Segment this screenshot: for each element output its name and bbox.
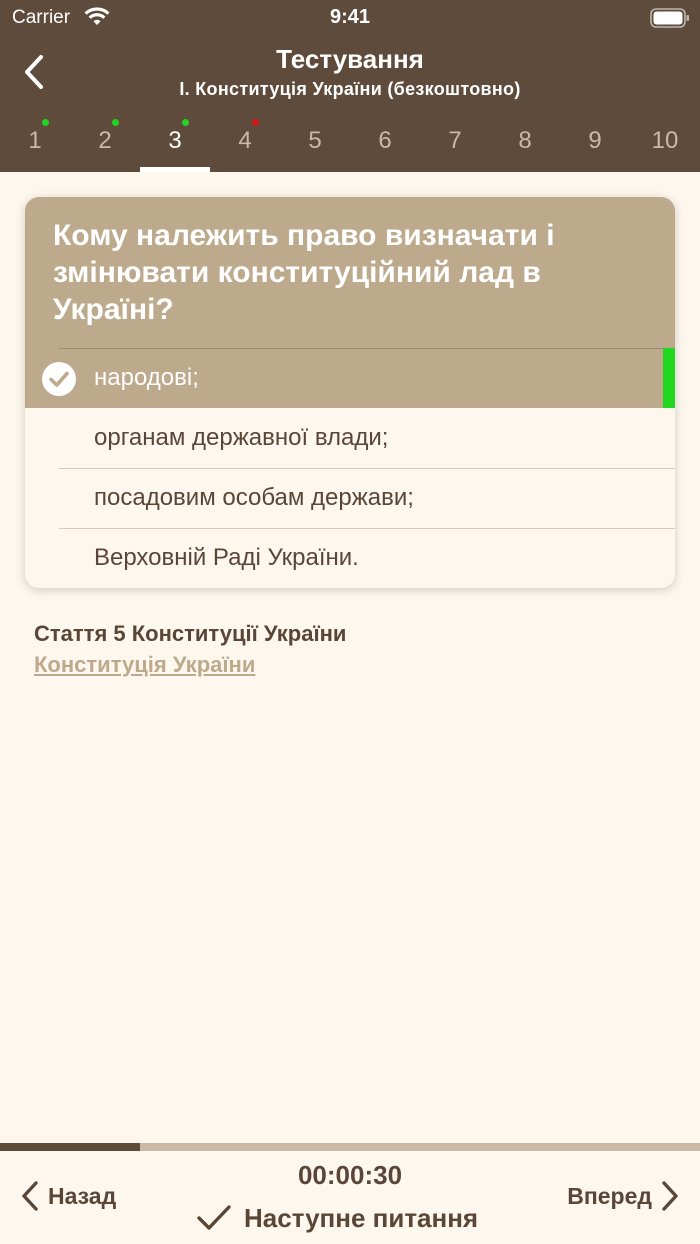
progress-bar xyxy=(0,1143,700,1151)
divider xyxy=(59,348,675,349)
answer-label: органам державної влади; xyxy=(94,424,389,451)
tab-label: 1 xyxy=(28,127,42,154)
tab-question-8[interactable]: 8 xyxy=(490,110,560,172)
status-dot xyxy=(182,119,189,126)
tab-label: 9 xyxy=(588,127,602,154)
question-text: Кому належить право визначати і змінюват… xyxy=(25,197,675,348)
answer-label: народові; xyxy=(94,364,199,391)
status-bar: Carrier 9:41 xyxy=(0,0,700,36)
check-circle-icon xyxy=(42,362,76,396)
answer-label: Верховній Раді України. xyxy=(94,544,359,571)
app-root: Carrier 9:41 Тестування I. Конституція У… xyxy=(0,0,700,1244)
tab-question-10[interactable]: 10 xyxy=(630,110,700,172)
battery-icon xyxy=(650,8,689,28)
checkmark-icon xyxy=(197,1205,231,1230)
divider xyxy=(59,528,675,529)
tab-question-1[interactable]: 1 xyxy=(0,110,70,172)
tab-question-9[interactable]: 9 xyxy=(560,110,630,172)
source-link[interactable]: Конституція України xyxy=(34,652,255,678)
tab-label: 10 xyxy=(651,127,679,154)
forward-label: Вперед xyxy=(567,1182,652,1209)
tab-question-3[interactable]: 3 xyxy=(140,110,210,172)
answer-option-1[interactable]: народові; xyxy=(25,348,675,408)
answer-label: посадовим особам держави; xyxy=(94,484,414,511)
page-subtitle: I. Конституція України (безкоштовно) xyxy=(179,79,521,99)
source-title: Стаття 5 Конституції України xyxy=(34,621,347,646)
status-dot xyxy=(112,119,119,126)
progress-fill xyxy=(0,1143,140,1151)
tab-label: 6 xyxy=(378,127,392,154)
answer-option-4[interactable]: Верховній Раді України. xyxy=(25,528,675,588)
next-question-button[interactable]: Наступне питання xyxy=(196,1201,478,1235)
tab-label: 4 xyxy=(238,127,252,154)
next-question-label: Наступне питання xyxy=(244,1202,479,1233)
question-tabs: 1 2 3 4 5 6 7 8 9 10 xyxy=(0,110,700,172)
correct-indicator xyxy=(663,348,675,408)
answer-option-2[interactable]: органам державної влади; xyxy=(25,408,675,468)
tab-label: 2 xyxy=(98,127,112,154)
answer-option-3[interactable]: посадовим особам держави; xyxy=(25,468,675,528)
chevron-right-icon xyxy=(662,1181,678,1211)
tab-label: 7 xyxy=(448,127,462,154)
tab-question-5[interactable]: 5 xyxy=(280,110,350,172)
status-dot xyxy=(42,119,49,126)
tab-question-2[interactable]: 2 xyxy=(70,110,140,172)
divider xyxy=(59,468,675,469)
status-dot xyxy=(252,119,259,126)
tab-question-7[interactable]: 7 xyxy=(420,110,490,172)
header: Carrier 9:41 Тестування I. Конституція У… xyxy=(0,0,700,172)
question-card: Кому належить право визначати і змінюват… xyxy=(25,197,675,588)
tab-question-4[interactable]: 4 xyxy=(210,110,280,172)
page-title: Тестування xyxy=(276,44,424,74)
tab-label: 5 xyxy=(308,127,322,154)
forward-button[interactable]: Вперед xyxy=(567,1171,680,1221)
bottom-bar: Назад 00:00:30 Наступне питання Вперед xyxy=(0,1151,700,1244)
tab-question-6[interactable]: 6 xyxy=(350,110,420,172)
tab-label: 8 xyxy=(518,127,532,154)
status-time: 9:41 xyxy=(329,6,371,28)
tab-label: 3 xyxy=(168,127,182,154)
